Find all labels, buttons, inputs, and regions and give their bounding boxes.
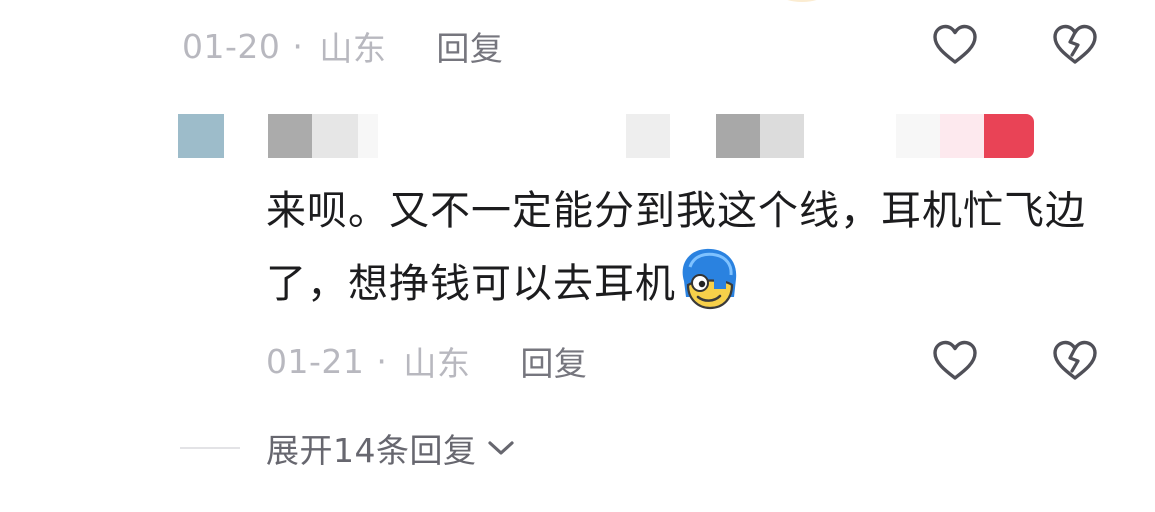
reply-dislike-button[interactable] xyxy=(1050,336,1100,386)
heart-outline-icon xyxy=(933,340,977,380)
comment-meta-row: 01-20 · 山东 回复 xyxy=(182,26,503,69)
divider-line xyxy=(180,447,240,449)
expand-replies-button[interactable]: 展开14条回复 xyxy=(180,428,515,470)
reply-location: 山东 xyxy=(403,344,471,383)
dislike-button[interactable] xyxy=(1050,20,1100,70)
comment-location: 山东 xyxy=(319,29,387,68)
blue-hair-grin-emoji xyxy=(682,248,737,310)
comment-reply-button[interactable]: 回复 xyxy=(436,22,503,70)
top-edge-fragment xyxy=(780,0,824,2)
reply-body: 来呗。又不一定能分到我这个线，耳机忙飞边了，想挣钱可以去耳机 xyxy=(266,177,1086,318)
heart-outline-icon xyxy=(933,24,977,64)
chevron-down-icon xyxy=(487,441,514,455)
reply-meta-row: 01-21 · 山东 回复 xyxy=(266,341,587,384)
reply-reply-button[interactable]: 回复 xyxy=(520,337,587,385)
redacted-username xyxy=(178,114,1048,158)
like-button[interactable] xyxy=(930,20,980,70)
expand-replies-label: 展开14条回复 xyxy=(266,431,477,470)
meta-separator: · xyxy=(376,341,388,381)
reply-date: 01-21 xyxy=(266,341,365,381)
broken-heart-outline-icon xyxy=(1053,340,1097,380)
comment-date: 01-20 xyxy=(182,26,281,66)
broken-heart-outline-icon xyxy=(1053,24,1097,64)
meta-separator: · xyxy=(292,26,304,66)
reply-like-button[interactable] xyxy=(930,336,980,386)
